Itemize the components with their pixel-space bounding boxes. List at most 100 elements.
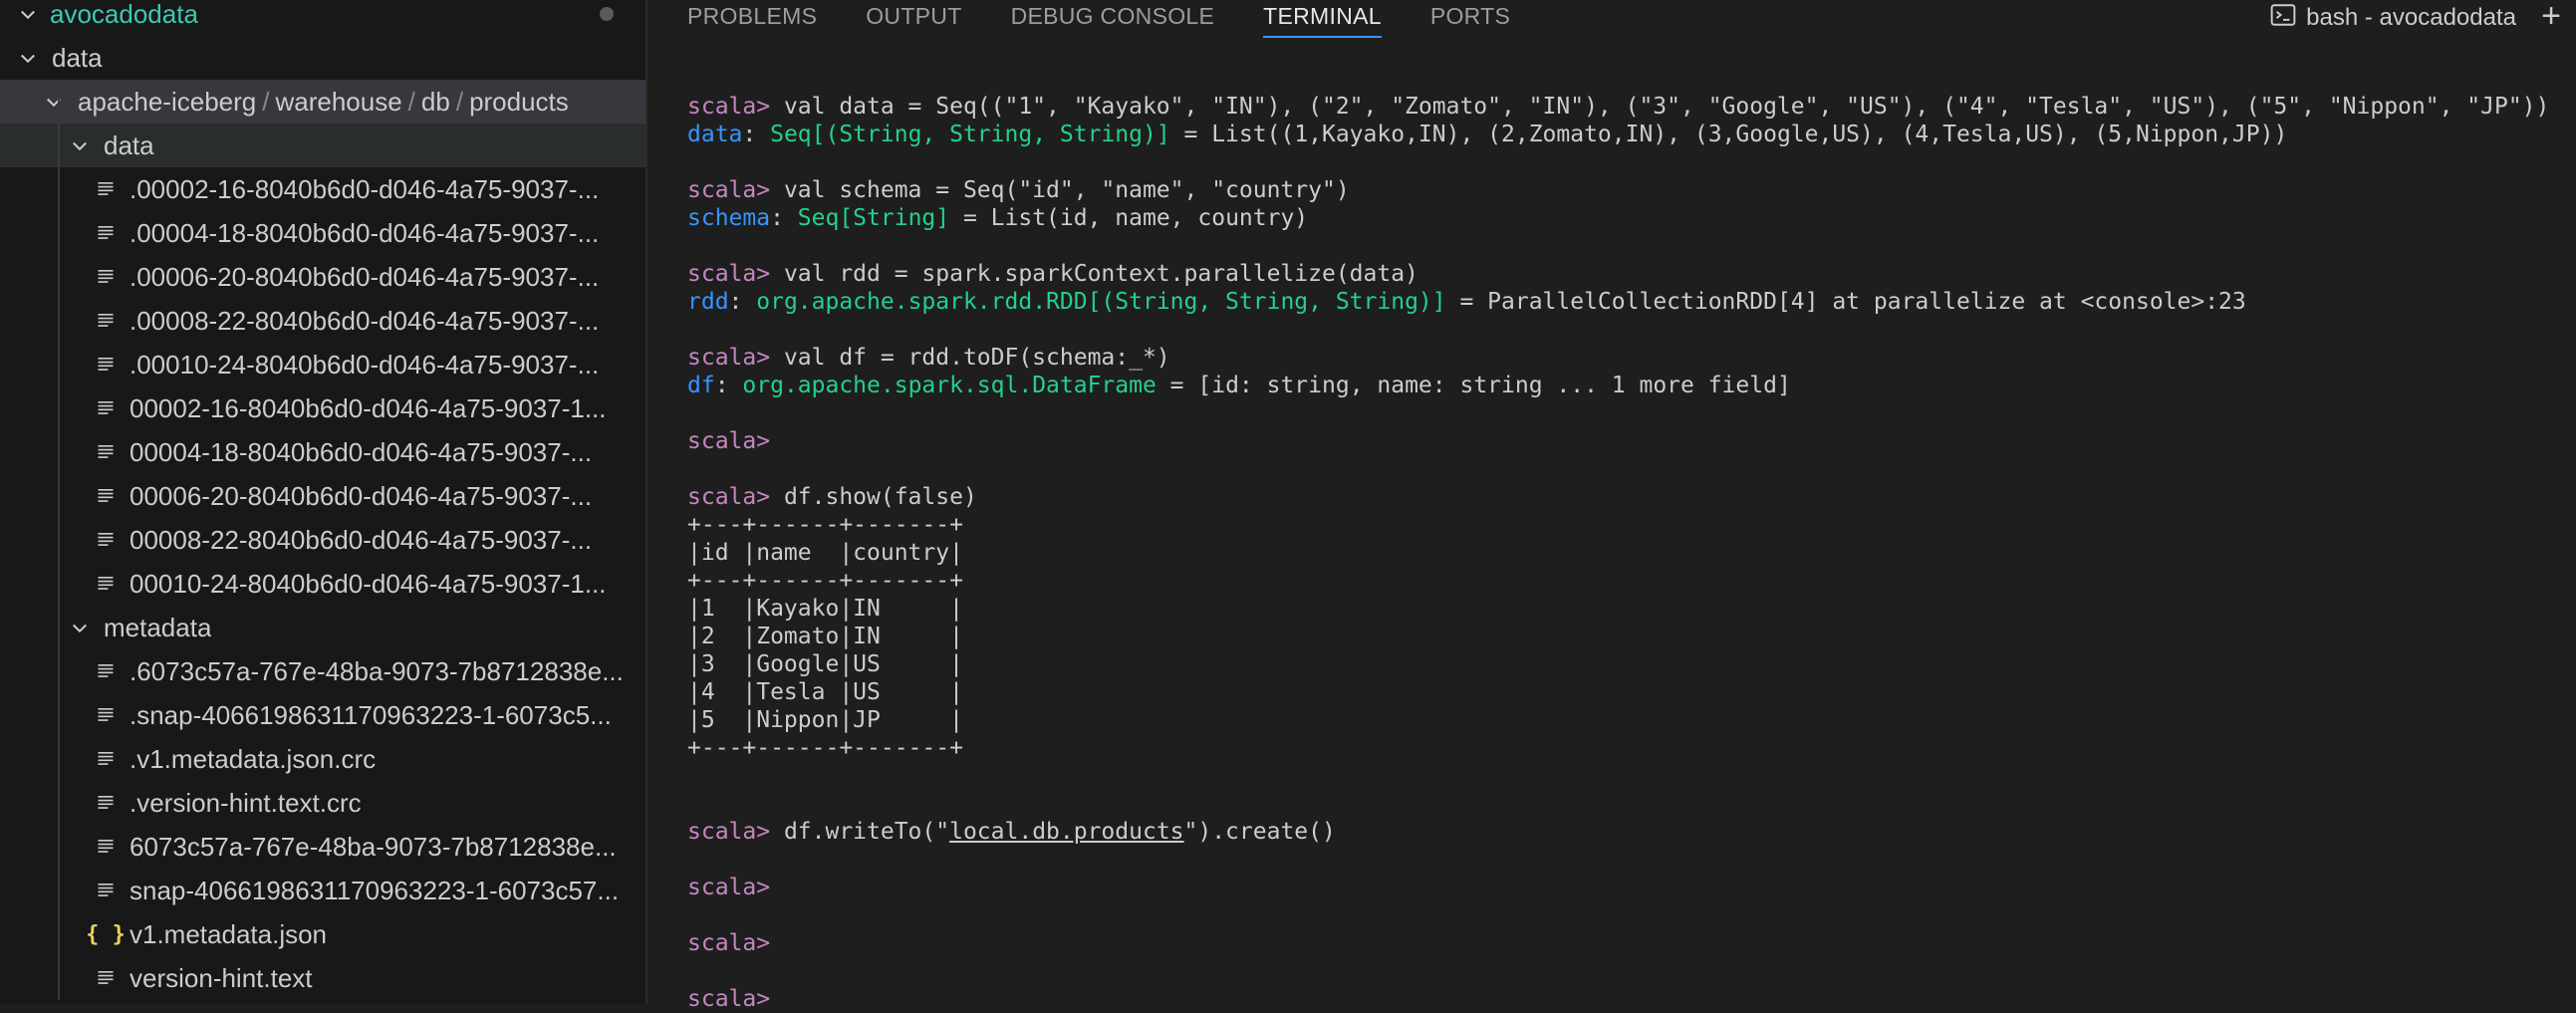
text-file-icon (92, 792, 120, 814)
terminal-line: +---+------+-------+ (687, 567, 2560, 595)
terminal-line: data: Seq[(String, String, String)] = Li… (687, 121, 2560, 148)
tree-file[interactable]: .snap-4066198631170963223-1-6073c5... (0, 693, 645, 737)
tree-file[interactable]: 6073c57a-767e-48ba-9073-7b8712838e... (0, 825, 645, 869)
terminal-text: val schema = Seq("id", "name", "country"… (783, 177, 1350, 203)
terminal-line: |3 |Google|US | (687, 650, 2560, 678)
json-file-icon: { } (86, 921, 126, 947)
terminal-line: scala> (687, 874, 2560, 901)
scala-prompt: scala> (687, 94, 784, 120)
tree-file[interactable]: .6073c57a-767e-48ba-9073-7b8712838e... (0, 649, 645, 693)
path-separator: / (262, 86, 270, 117)
text-file-icon (92, 178, 120, 200)
terminal-line: |1 |Kayako|IN | (687, 595, 2560, 623)
tree-folder[interactable]: metadata (0, 606, 645, 649)
text-file-icon (92, 222, 120, 244)
terminal-name: bash - avocadodata (2306, 4, 2516, 31)
tree-file[interactable]: version-hint.text (0, 956, 645, 1000)
file-label: .version-hint.text.crc (129, 787, 362, 818)
scala-prompt: scala> (687, 345, 784, 371)
terminal-text: = ParallelCollectionRDD[4] at paralleliz… (1445, 289, 2246, 315)
tree-file[interactable]: 00004-18-8040b6d0-d046-4a75-9037-... (0, 430, 645, 474)
file-label: 00008-22-8040b6d0-d046-4a75-9037-... (129, 524, 593, 555)
folder-label: data (104, 129, 154, 160)
terminal-text: df (687, 373, 715, 398)
bottom-panel: PROBLEMS OUTPUT DEBUG CONSOLE TERMINAL P… (647, 0, 2576, 1012)
tab-terminal[interactable]: TERMINAL (1263, 0, 1382, 38)
terminal-selector[interactable]: bash - avocadodata (2270, 0, 2516, 36)
terminal-line: scala> (687, 427, 2560, 455)
file-label: .6073c57a-767e-48ba-9073-7b8712838e... (129, 655, 624, 686)
new-terminal-button[interactable]: + (2536, 0, 2566, 33)
tree-file[interactable]: snap-4066198631170963223-1-6073c57... (0, 869, 645, 912)
terminal-output[interactable]: scala> val data = Seq(("1", "Kayako", "I… (687, 93, 2560, 1013)
tree-folder[interactable]: data (0, 124, 645, 167)
terminal-line: scala> (687, 985, 2560, 1013)
terminal-text: +---+------+-------+ (687, 568, 963, 594)
text-file-icon (92, 310, 120, 332)
file-label: 00002-16-8040b6d0-d046-4a75-9037-1... (129, 392, 607, 423)
text-file-icon (92, 660, 120, 682)
tab-debug-console[interactable]: DEBUG CONSOLE (1011, 0, 1215, 36)
terminal-text: : (742, 122, 771, 147)
tree-file[interactable]: .00004-18-8040b6d0-d046-4a75-9037-... (0, 211, 645, 255)
explorer-sidebar: avocadodata data apache-iceberg / warehouse… (0, 0, 647, 1004)
file-label: .00010-24-8040b6d0-d046-4a75-9037-... (129, 349, 600, 380)
file-label: 00004-18-8040b6d0-d046-4a75-9037-... (129, 436, 593, 467)
terminal-text: org.apache.spark.rdd.RDD[(String, String… (756, 289, 1446, 315)
tree-file[interactable]: .00002-16-8040b6d0-d046-4a75-9037-... (0, 167, 645, 211)
chevron-down-icon (14, 4, 42, 24)
path-segment: db (420, 86, 450, 117)
tab-problems[interactable]: PROBLEMS (687, 0, 817, 36)
tree-file[interactable]: .version-hint.text.crc (0, 781, 645, 825)
terminal-line: |5 |Nippon|JP | (687, 706, 2560, 734)
terminal-line: scala> val rdd = spark.sparkContext.para… (687, 260, 2560, 288)
tree-file[interactable]: { } v1.metadata.json (0, 912, 645, 956)
terminal-text: |2 |Zomato|IN | (687, 624, 963, 649)
tab-ports[interactable]: PORTS (1430, 0, 1510, 36)
chevron-down-icon (66, 135, 94, 155)
file-label: .v1.metadata.json.crc (129, 743, 377, 774)
terminal-line: schema: Seq[String] = List(id, name, cou… (687, 204, 2560, 232)
tree-file[interactable]: .00010-24-8040b6d0-d046-4a75-9037-... (0, 343, 645, 386)
tree-file[interactable]: .v1.metadata.json.crc (0, 737, 645, 781)
path-segment: apache-iceberg (78, 86, 257, 117)
tree-file[interactable]: 00006-20-8040b6d0-d046-4a75-9037-... (0, 474, 645, 518)
tab-output[interactable]: OUTPUT (866, 0, 961, 36)
tree-file[interactable]: .00008-22-8040b6d0-d046-4a75-9037-... (0, 299, 645, 343)
terminal-text: rdd (687, 289, 729, 315)
terminal-text: : (728, 289, 757, 315)
explorer-root-folder[interactable]: avocadodata (0, 0, 645, 36)
tree-file[interactable]: 00002-16-8040b6d0-d046-4a75-9037-1... (0, 386, 645, 430)
terminal-text: |id |name |country| (687, 540, 963, 566)
scala-prompt: scala> (687, 484, 784, 510)
terminal-text: val df = rdd.toDF(schema:_*) (783, 345, 1170, 371)
terminal-text: schema (687, 205, 771, 231)
text-file-icon (92, 266, 120, 288)
terminal-text: |3 |Google|US | (687, 651, 963, 677)
terminal-text: |4 |Tesla |US | (687, 679, 963, 705)
file-label: v1.metadata.json (129, 918, 328, 949)
terminal-text: +---+------+-------+ (687, 735, 963, 761)
scala-prompt: scala> (687, 819, 784, 845)
text-file-icon (92, 573, 120, 595)
tree-file[interactable]: 00010-24-8040b6d0-d046-4a75-9037-1... (0, 562, 645, 606)
tree-file[interactable]: 00008-22-8040b6d0-d046-4a75-9037-... (0, 518, 645, 562)
text-file-icon (92, 748, 120, 770)
path-separator: / (407, 86, 415, 117)
scala-prompt: scala> (687, 261, 784, 287)
text-file-icon (92, 836, 120, 858)
indent-guide (58, 80, 60, 1000)
terminal-text: = List((1,Kayako,IN), (2,Zomato,IN), (3,… (1169, 122, 2288, 147)
tree-file[interactable]: .00006-20-8040b6d0-d046-4a75-9037-... (0, 255, 645, 299)
tree-folder[interactable]: apache-iceberg / warehouse / db / products (0, 80, 645, 124)
folder-label: data (52, 42, 103, 73)
tree-folder[interactable]: data (0, 36, 645, 80)
panel-tabs: PROBLEMS OUTPUT DEBUG CONSOLE TERMINAL P… (647, 0, 1519, 40)
text-file-icon (92, 397, 120, 419)
terminal-text: org.apache.spark.sql.DataFrame (742, 373, 1157, 398)
terminal-line: scala> val df = rdd.toDF(schema:_*) (687, 344, 2560, 372)
text-file-icon (92, 485, 120, 507)
terminal-line: scala> (687, 929, 2560, 957)
